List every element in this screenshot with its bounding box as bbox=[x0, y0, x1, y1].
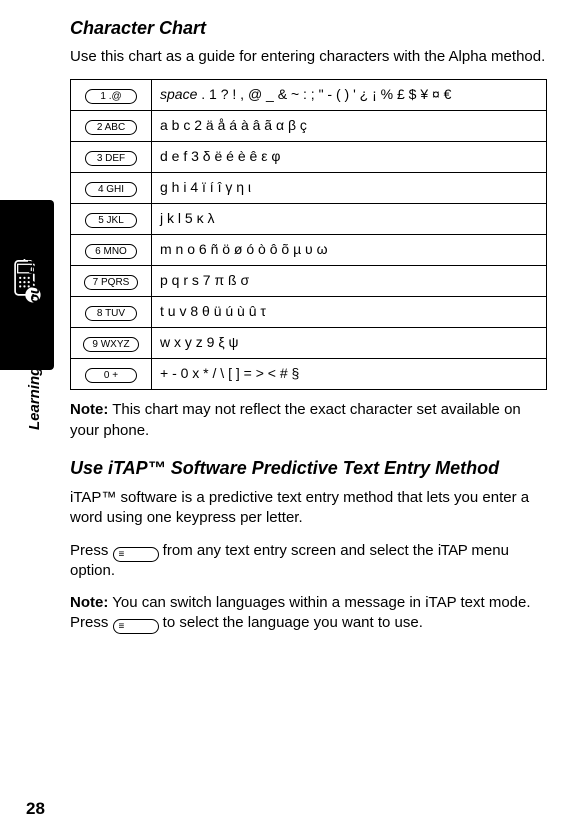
keycap-icon: 9 WXYZ bbox=[83, 337, 138, 352]
table-row: 7 PQRS p q r s 7 π ß σ bbox=[71, 266, 547, 297]
chars-cell: a b c 2 ä å á à â ã α β ç bbox=[152, 111, 547, 142]
note-label: Note: bbox=[70, 401, 108, 418]
keycap-icon: 2 ABC bbox=[85, 120, 137, 135]
key-cell: 3 DEF bbox=[71, 142, 152, 173]
page: i Learning to Use Your Phone 28 Characte… bbox=[0, 0, 583, 837]
keycap-icon: 6 MNO bbox=[85, 244, 137, 259]
key-cell: 6 MNO bbox=[71, 235, 152, 266]
chars-cell: space . 1 ? ! , @ _ & ~ : ; " - ( ) ' ¿ … bbox=[152, 80, 547, 111]
table-row: 5 JKL j k l 5 κ λ bbox=[71, 204, 547, 235]
chars-cell: + - 0 x * / \ [ ] = > < # § bbox=[152, 359, 547, 390]
menu-key-icon: ≡ bbox=[113, 547, 159, 562]
key-cell: 7 PQRS bbox=[71, 266, 152, 297]
page-number: 28 bbox=[26, 799, 45, 819]
chars-cell: g h i 4 ï í î γ η ι bbox=[152, 173, 547, 204]
note-label: Note: bbox=[70, 594, 108, 611]
text-fragment: to select the language you want to use. bbox=[159, 614, 423, 631]
note-1: Note: This chart may not reflect the exa… bbox=[70, 400, 547, 441]
heading-character-chart: Character Chart bbox=[70, 18, 547, 39]
table-row: 8 TUV t u v 8 θ ü ú ù û τ bbox=[71, 297, 547, 328]
section-label: Learning to Use Your Phone bbox=[26, 229, 43, 430]
menu-key-icon: ≡ bbox=[113, 619, 159, 634]
keycap-icon: 5 JKL bbox=[85, 213, 137, 228]
key-cell: 5 JKL bbox=[71, 204, 152, 235]
key-cell: 4 GHI bbox=[71, 173, 152, 204]
table-row: 6 MNO m n o 6 ñ ö ø ó ò ô õ µ υ ω bbox=[71, 235, 547, 266]
table-row: 4 GHI g h i 4 ï í î γ η ι bbox=[71, 173, 547, 204]
note-text: This chart may not reflect the exact cha… bbox=[70, 401, 521, 438]
keycap-icon: 8 TUV bbox=[85, 306, 137, 321]
table-row: 2 ABC a b c 2 ä å á à â ã α β ç bbox=[71, 111, 547, 142]
note-2: Note: You can switch languages within a … bbox=[70, 593, 547, 634]
table-row: 3 DEF d e f 3 δ ë é è ê ε φ bbox=[71, 142, 547, 173]
key-cell: 2 ABC bbox=[71, 111, 152, 142]
chars-cell: p q r s 7 π ß σ bbox=[152, 266, 547, 297]
keycap-icon: 1 .@ bbox=[85, 89, 137, 104]
keycap-icon: 3 DEF bbox=[85, 151, 137, 166]
press-paragraph: Press ≡ from any text entry screen and s… bbox=[70, 541, 547, 582]
itap-menu-label: iTAP bbox=[438, 542, 467, 559]
character-chart-table: 1 .@ space . 1 ? ! , @ _ & ~ : ; " - ( ) … bbox=[70, 79, 547, 390]
itap-paragraph: iTAP™ software is a predictive text entr… bbox=[70, 488, 547, 529]
keycap-icon: 0 + bbox=[85, 368, 137, 383]
chars-cell: t u v 8 θ ü ú ù û τ bbox=[152, 297, 547, 328]
chars-cell: w x y z 9 ξ ψ bbox=[152, 328, 547, 359]
table-row: 1 .@ space . 1 ? ! , @ _ & ~ : ; " - ( ) … bbox=[71, 80, 547, 111]
intro-paragraph: Use this chart as a guide for entering c… bbox=[70, 47, 547, 67]
text-fragment: Press bbox=[70, 542, 113, 559]
text-fragment: from any text entry screen and select th… bbox=[159, 542, 438, 559]
heading-itap: Use iTAP™ Software Predictive Text Entry… bbox=[70, 457, 547, 480]
key-cell: 9 WXYZ bbox=[71, 328, 152, 359]
keycap-icon: 4 GHI bbox=[85, 182, 137, 197]
chars-cell: j k l 5 κ λ bbox=[152, 204, 547, 235]
table-row: 9 WXYZ w x y z 9 ξ ψ bbox=[71, 328, 547, 359]
keycap-icon: 7 PQRS bbox=[84, 275, 139, 290]
table-row: 0 + + - 0 x * / \ [ ] = > < # § bbox=[71, 359, 547, 390]
key-cell: 8 TUV bbox=[71, 297, 152, 328]
chars-cell: m n o 6 ñ ö ø ó ò ô õ µ υ ω bbox=[152, 235, 547, 266]
key-cell: 1 .@ bbox=[71, 80, 152, 111]
chars-cell: d e f 3 δ ë é è ê ε φ bbox=[152, 142, 547, 173]
key-cell: 0 + bbox=[71, 359, 152, 390]
